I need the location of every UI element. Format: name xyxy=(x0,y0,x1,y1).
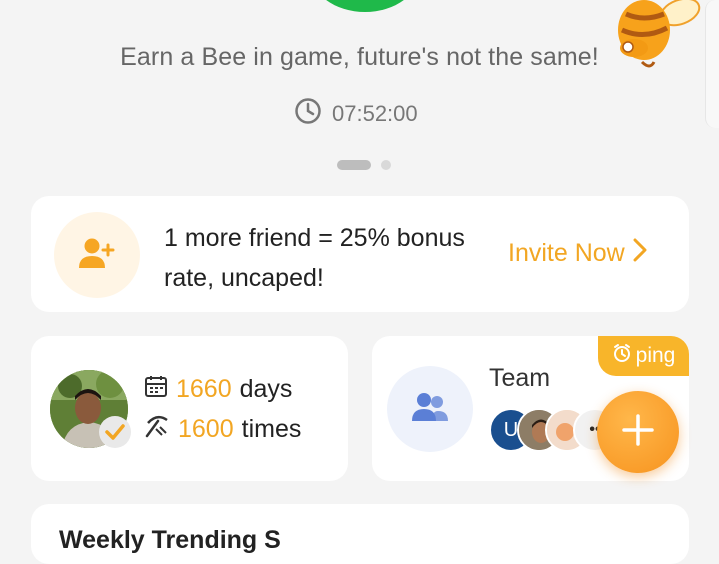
weekly-trending-title: Weekly Trending S xyxy=(59,526,281,554)
invite-now-button[interactable]: Invite Now xyxy=(508,238,647,269)
timer-value: 07:52:00 xyxy=(332,101,418,126)
invite-card: 1 more friend = 25% bonus rate, uncaped!… xyxy=(31,196,689,312)
countdown-timer: 07:52:00 xyxy=(294,98,418,130)
pickaxe-icon xyxy=(144,413,170,446)
times-stat: 1600 times xyxy=(144,413,301,446)
team-icon-circle xyxy=(387,366,473,452)
weekly-trending-card: Weekly Trending S xyxy=(31,504,689,564)
mining-stats-card[interactable]: 1660 days 1600 times xyxy=(31,336,348,481)
invite-now-label: Invite Now xyxy=(508,239,625,267)
invite-message: 1 more friend = 25% bonus rate, uncaped! xyxy=(164,218,504,298)
carousel-dot[interactable] xyxy=(381,160,391,170)
times-unit: times xyxy=(241,415,302,443)
add-user-icon xyxy=(77,236,117,275)
tagline-text: Earn a Bee in game, future's not the sam… xyxy=(120,43,599,71)
team-icon xyxy=(410,391,450,428)
days-value: 1660 xyxy=(176,375,232,403)
team-title: Team xyxy=(489,364,551,392)
carousel-dot-active[interactable] xyxy=(337,160,371,170)
carousel-indicator xyxy=(337,160,391,170)
ping-label: ping xyxy=(635,344,676,367)
invite-icon-circle xyxy=(54,212,140,298)
chevron-right-icon xyxy=(633,238,647,269)
invite-line-2: rate, uncaped! xyxy=(164,264,324,292)
plus-icon xyxy=(621,413,655,452)
calendar-icon xyxy=(144,374,168,405)
verified-check-icon xyxy=(99,416,131,448)
clock-icon xyxy=(294,97,322,131)
ping-button[interactable]: ping xyxy=(598,336,689,376)
invite-line-1: 1 more friend = 25% bonus xyxy=(164,224,465,252)
days-stat: 1660 days xyxy=(144,374,292,405)
add-fab-button[interactable] xyxy=(597,391,679,473)
alarm-clock-icon xyxy=(612,343,632,369)
days-unit: days xyxy=(239,375,293,403)
green-status-circle xyxy=(310,0,420,12)
times-value: 1600 xyxy=(178,415,234,443)
